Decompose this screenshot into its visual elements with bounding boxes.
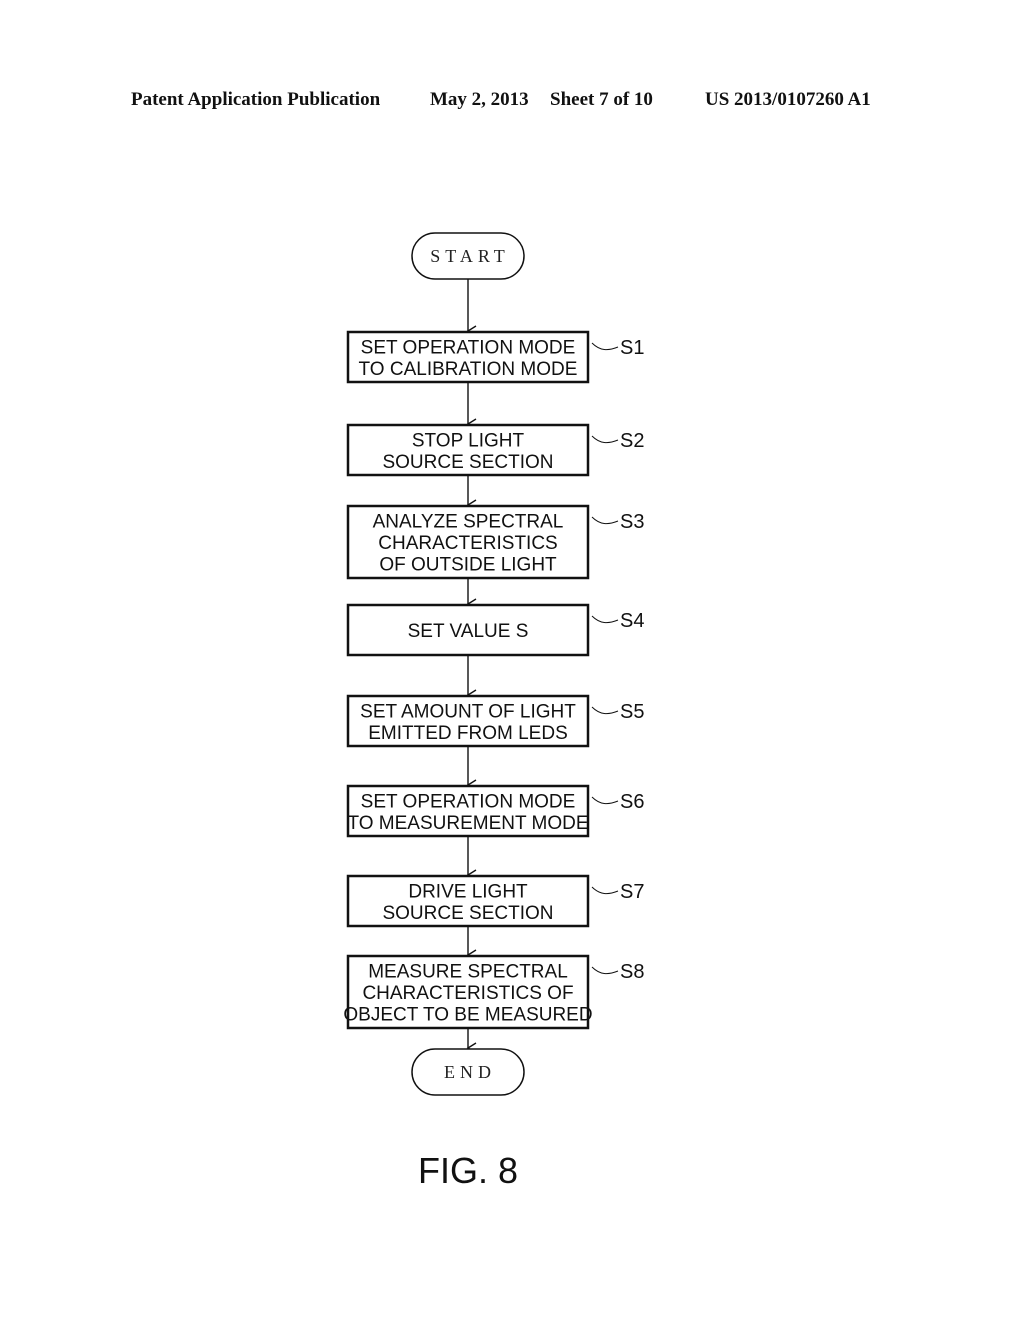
step-label-s6: S6 bbox=[620, 791, 644, 813]
step-label-s8: S8 bbox=[620, 961, 644, 983]
step-leader-line bbox=[591, 516, 619, 525]
step-leader-line bbox=[591, 886, 619, 895]
process-box-text: SET AMOUNT OF LIGHT bbox=[360, 701, 576, 722]
step-leader-line bbox=[591, 342, 619, 351]
flowchart: STARTSET OPERATION MODETO CALIBRATION MO… bbox=[343, 232, 644, 1191]
process-box-text: MEASURE SPECTRAL bbox=[368, 962, 568, 983]
step-leader-line bbox=[591, 615, 619, 624]
step-leader-line bbox=[591, 796, 619, 805]
process-box-text: CHARACTERISTICS OF bbox=[362, 983, 573, 1004]
step-leader-line bbox=[591, 706, 619, 715]
process-box-text: STOP LIGHT bbox=[412, 430, 525, 451]
process-box-text: SET OPERATION MODE bbox=[361, 791, 576, 812]
step-leader-line bbox=[591, 435, 619, 444]
step-label-s4: S4 bbox=[620, 610, 644, 632]
process-box-text: TO MEASUREMENT MODE bbox=[347, 813, 588, 834]
process-box-text: SOURCE SECTION bbox=[382, 452, 553, 473]
start-label: START bbox=[430, 246, 509, 266]
process-box-text: EMITTED FROM LEDS bbox=[368, 723, 568, 744]
figure-label: FIG. 8 bbox=[418, 1150, 518, 1191]
process-box-text: TO CALIBRATION MODE bbox=[359, 359, 578, 380]
step-label-s7: S7 bbox=[620, 881, 644, 903]
end-label: END bbox=[444, 1062, 496, 1082]
process-box-text: DRIVE LIGHT bbox=[408, 881, 528, 902]
process-box-text: ANALYZE SPECTRAL bbox=[373, 512, 564, 533]
process-box-text: SOURCE SECTION bbox=[382, 903, 553, 924]
process-box-text: SET VALUE S bbox=[408, 621, 529, 642]
process-box-text: SET OPERATION MODE bbox=[361, 337, 576, 358]
step-label-s3: S3 bbox=[620, 511, 644, 533]
process-box-text: OBJECT TO BE MEASURED bbox=[343, 1005, 592, 1026]
process-box-text: OF OUTSIDE LIGHT bbox=[379, 555, 557, 576]
step-label-s5: S5 bbox=[620, 701, 644, 723]
process-box-text: CHARACTERISTICS bbox=[378, 533, 557, 554]
step-leader-line bbox=[591, 966, 619, 975]
step-label-s1: S1 bbox=[620, 337, 644, 359]
step-label-s2: S2 bbox=[620, 430, 644, 452]
